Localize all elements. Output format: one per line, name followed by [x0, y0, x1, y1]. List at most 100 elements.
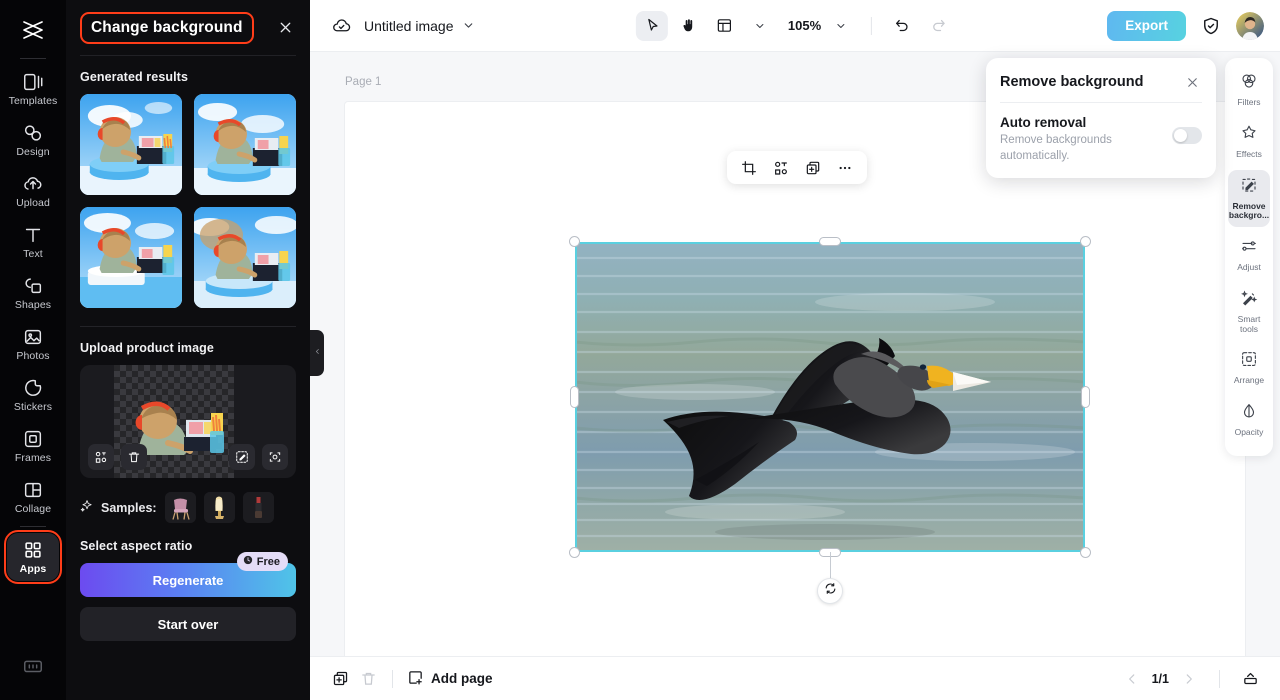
- resize-handle-tr[interactable]: [1080, 236, 1091, 247]
- add-page-label: Add page: [431, 671, 493, 686]
- resize-handle-br[interactable]: [1080, 547, 1091, 558]
- sparkle-icon: [80, 499, 93, 517]
- sidebar-item-collage[interactable]: Collage: [7, 473, 59, 521]
- generated-result-thumb[interactable]: [194, 94, 296, 195]
- panel-collapse-handle[interactable]: [310, 330, 324, 376]
- sidebar-item-keyboard[interactable]: [7, 642, 59, 690]
- chevron-down-icon[interactable]: [454, 11, 484, 41]
- sample-lipstick[interactable]: [243, 492, 274, 523]
- regenerate-label: Regenerate: [153, 573, 224, 588]
- auto-fit-icon[interactable]: [262, 444, 288, 470]
- close-icon[interactable]: [272, 15, 298, 41]
- hand-tool-button[interactable]: [672, 11, 704, 41]
- auto-removal-toggle[interactable]: [1172, 127, 1202, 144]
- resize-handle-bl[interactable]: [569, 547, 580, 558]
- add-page-button[interactable]: Add page: [407, 669, 493, 689]
- cloud-saved-icon[interactable]: [326, 11, 356, 41]
- select-tool-button[interactable]: [636, 11, 668, 41]
- samples-row: Samples:: [80, 492, 296, 523]
- image-float-toolbar: [727, 151, 867, 184]
- rail-item-filters[interactable]: Filters: [1228, 66, 1270, 114]
- sample-chair[interactable]: [165, 492, 196, 523]
- timeline-toggle-button[interactable]: [1236, 665, 1264, 693]
- rail-item-label: Adjust: [1237, 263, 1261, 273]
- resize-handle-right[interactable]: [1081, 386, 1090, 408]
- text-icon: [22, 224, 44, 246]
- rail-item-smart-tools[interactable]: Smart tools: [1228, 283, 1270, 341]
- sidebar-item-apps[interactable]: Apps: [7, 533, 59, 581]
- next-page-button[interactable]: [1175, 665, 1203, 693]
- toolbar-divider: [871, 17, 872, 35]
- trash-icon[interactable]: [121, 444, 147, 470]
- shield-check-icon[interactable]: [1196, 11, 1226, 41]
- remove-background-icon: [1240, 176, 1258, 199]
- rotate-icon: [824, 582, 837, 600]
- close-icon[interactable]: [1182, 72, 1202, 92]
- export-button[interactable]: Export: [1107, 11, 1186, 41]
- sidebar-item-photos[interactable]: Photos: [7, 320, 59, 368]
- resize-icon[interactable]: [88, 444, 114, 470]
- sidebar-item-frames[interactable]: Frames: [7, 422, 59, 470]
- sidebar-item-label: Design: [16, 147, 49, 158]
- apps-icon: [22, 539, 44, 561]
- remove-background-popup: Remove background Auto removal Remove ba…: [986, 58, 1216, 178]
- crop-button[interactable]: [735, 155, 763, 181]
- chevron-left-icon: [314, 344, 321, 362]
- capcut-logo-icon[interactable]: [11, 8, 55, 52]
- rail-item-opacity[interactable]: Opacity: [1228, 396, 1270, 444]
- sidebar-item-label: Stickers: [14, 402, 52, 413]
- chevron-down-icon[interactable]: [825, 11, 857, 41]
- sidebar-item-text[interactable]: Text: [7, 218, 59, 266]
- generated-result-thumb[interactable]: [194, 207, 296, 308]
- resize-handle-top[interactable]: [819, 237, 841, 246]
- sidebar-item-upload[interactable]: Upload: [7, 167, 59, 215]
- layout-tool-button[interactable]: [708, 11, 740, 41]
- rail-item-arrange[interactable]: Arrange: [1228, 344, 1270, 392]
- zoom-level[interactable]: 105%: [788, 18, 821, 33]
- sidebar-item-stickers[interactable]: Stickers: [7, 371, 59, 419]
- free-badge-label: Free: [257, 556, 280, 568]
- rail-item-remove-background[interactable]: Remove backgro...: [1228, 170, 1270, 228]
- sidebar-item-templates[interactable]: Templates: [7, 65, 59, 113]
- resize-handle-tl[interactable]: [569, 236, 580, 247]
- export-label: Export: [1125, 18, 1168, 33]
- rotate-handle[interactable]: [817, 578, 843, 604]
- rail-divider-2: [20, 526, 46, 527]
- panel-body: Generated results: [66, 70, 310, 641]
- more-button[interactable]: [831, 155, 859, 181]
- generated-result-thumb[interactable]: [80, 207, 182, 308]
- regenerate-button[interactable]: Regenerate Free: [80, 563, 296, 597]
- adjust-icon: [1240, 237, 1258, 260]
- rail-item-effects[interactable]: Effects: [1228, 118, 1270, 166]
- delete-page-button[interactable]: [354, 665, 382, 693]
- sample-drink[interactable]: [204, 492, 235, 523]
- chevron-down-icon[interactable]: [744, 11, 776, 41]
- product-image-dropzone[interactable]: [80, 365, 296, 478]
- canvas-page[interactable]: [345, 102, 1245, 656]
- sidebar-item-label: Photos: [16, 351, 49, 362]
- top-right-actions: Export: [1107, 11, 1264, 41]
- duplicate-button[interactable]: [799, 155, 827, 181]
- resize-handle-left[interactable]: [570, 386, 579, 408]
- sidebar-item-design[interactable]: Design: [7, 116, 59, 164]
- duplicate-page-button[interactable]: [326, 665, 354, 693]
- credit-clock-icon: [243, 555, 253, 568]
- document-title[interactable]: Untitled image: [364, 18, 454, 34]
- page-navigation: 1/1: [1118, 665, 1264, 693]
- undo-button[interactable]: [886, 11, 918, 41]
- generated-result-thumb[interactable]: [80, 94, 182, 195]
- bottom-divider-2: [1219, 670, 1220, 688]
- replace-button[interactable]: [767, 155, 795, 181]
- redo-button[interactable]: [922, 11, 954, 41]
- start-over-button[interactable]: Start over: [80, 607, 296, 641]
- prev-page-button[interactable]: [1118, 665, 1146, 693]
- rail-item-adjust[interactable]: Adjust: [1228, 231, 1270, 279]
- samples-label: Samples:: [101, 501, 157, 515]
- canvas-tools: 105%: [636, 11, 954, 41]
- magic-brush-icon[interactable]: [229, 444, 255, 470]
- change-background-panel: Change background Generated results: [66, 0, 310, 700]
- popup-header: Remove background: [986, 58, 1216, 102]
- sidebar-item-shapes[interactable]: Shapes: [7, 269, 59, 317]
- selected-image[interactable]: [575, 242, 1085, 552]
- avatar[interactable]: [1236, 12, 1264, 40]
